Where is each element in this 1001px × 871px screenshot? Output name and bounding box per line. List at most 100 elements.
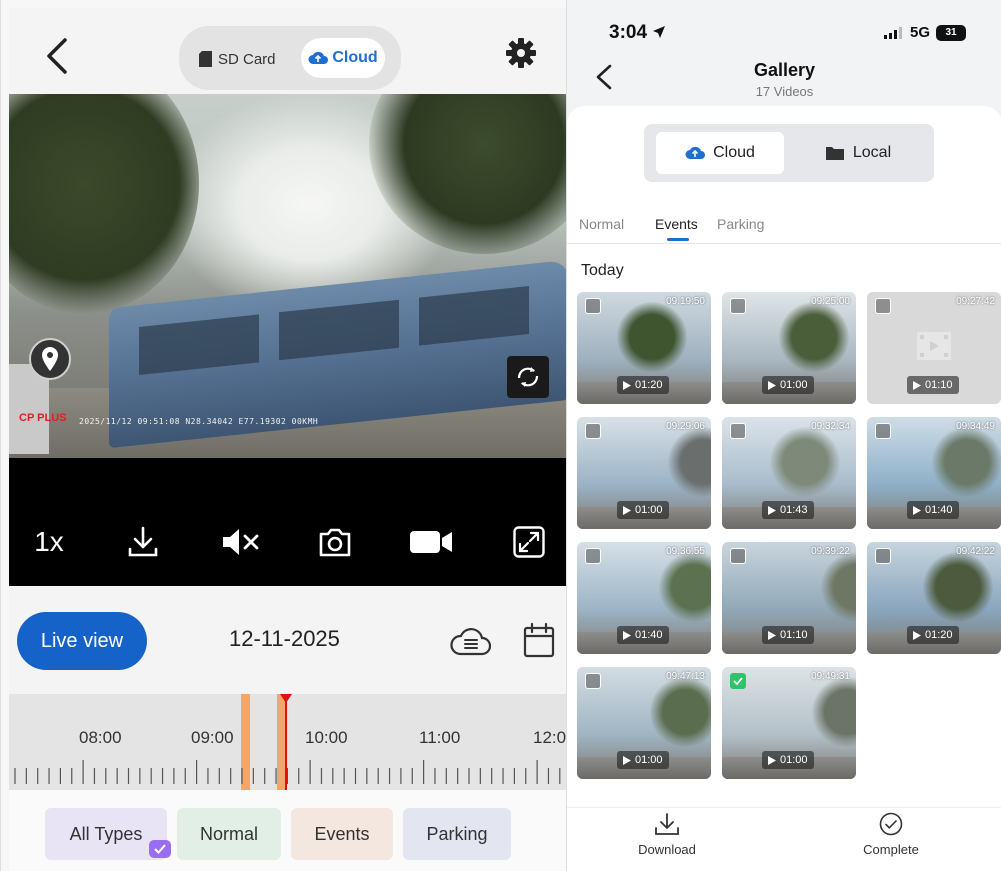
download-icon <box>655 813 679 835</box>
tab-sd-card[interactable]: SD Card <box>199 42 276 76</box>
video-duration: 01:40 <box>617 626 669 644</box>
cloud-list-icon[interactable] <box>449 624 493 656</box>
tab-local[interactable]: Local <box>794 132 922 174</box>
play-icon <box>913 380 921 390</box>
video-thumbnail[interactable]: 09:25:00 01:00 <box>722 292 856 404</box>
player-header: SD Card Cloud <box>9 8 567 94</box>
timeline-cursor-head <box>280 694 292 703</box>
camera-icon <box>319 528 351 557</box>
checkbox[interactable] <box>875 423 891 439</box>
checkbox[interactable] <box>730 423 746 439</box>
filter-events[interactable]: Events <box>291 808 393 860</box>
video-duration: 01:00 <box>762 376 814 394</box>
checkbox[interactable] <box>875 298 891 314</box>
tab-events[interactable]: Events <box>655 216 698 232</box>
download-label: Download <box>638 842 696 857</box>
timeline-scrubber[interactable]: 08:00 09:00 10:00 11:00 12:0 <box>9 694 567 790</box>
checkbox[interactable] <box>585 423 601 439</box>
back-chevron-icon[interactable] <box>43 36 73 76</box>
video-start-time: 09:42:22 <box>956 546 995 557</box>
status-time: 3:04 <box>609 22 666 44</box>
complete-action[interactable]: Complete <box>831 812 951 857</box>
source-toggle: SD Card Cloud <box>179 26 401 90</box>
video-start-time: 09:25:00 <box>811 296 850 307</box>
record-button[interactable] <box>407 522 455 562</box>
video-duration: 01:00 <box>762 751 814 769</box>
download-action[interactable]: Download <box>607 812 727 857</box>
video-start-time: 09:49:31 <box>811 671 850 682</box>
battery-indicator: 31 <box>936 24 966 41</box>
video-thumbnail[interactable]: 09:47:13 01:00 <box>577 667 711 779</box>
download-icon <box>128 526 158 557</box>
calendar-icon[interactable] <box>523 622 555 658</box>
video-thumbnail[interactable]: 09:49:31 01:00 <box>722 667 856 779</box>
timeline-label: 11:00 <box>419 728 461 747</box>
snapshot-button[interactable] <box>315 522 355 562</box>
play-icon <box>623 505 631 515</box>
selected-date[interactable]: 12-11-2025 <box>229 626 340 652</box>
location-pin-icon <box>42 347 58 371</box>
play-icon <box>913 630 921 640</box>
gallery-sheet: Cloud Local Normal Events Parking Today … <box>567 106 1001 871</box>
video-camera-icon <box>410 531 452 553</box>
cloud-upload-icon <box>685 146 706 159</box>
checkbox[interactable] <box>730 298 746 314</box>
filter-all-types[interactable]: All Types <box>45 808 171 860</box>
video-duration: 01:10 <box>907 376 959 394</box>
video-player[interactable]: CP PLUS 2025/11/12 09:51:08 N28.34042 E7… <box>9 94 567 458</box>
video-start-time: 09:32:34 <box>811 421 850 432</box>
video-thumbnail[interactable]: 09:34:49 01:40 <box>867 417 1001 529</box>
network-type: 5G <box>909 24 930 41</box>
rotate-button[interactable] <box>507 356 549 398</box>
play-icon <box>623 380 631 390</box>
tab-cloud-label: Cloud <box>332 49 378 66</box>
video-start-time: 09:47:13 <box>666 671 705 682</box>
fullscreen-button[interactable] <box>511 522 547 562</box>
play-icon <box>768 755 776 765</box>
timeline-ticks <box>14 760 561 784</box>
play-icon <box>623 630 631 640</box>
video-duration: 01:10 <box>762 626 814 644</box>
filter-parking[interactable]: Parking <box>403 808 511 860</box>
checkbox[interactable] <box>730 548 746 564</box>
filter-label: Events <box>314 823 370 844</box>
playback-speed-button[interactable]: 1x <box>25 522 73 562</box>
video-thumbnail[interactable]: 09:32:34 01:43 <box>722 417 856 529</box>
timeline-cursor[interactable] <box>285 694 287 790</box>
tab-cloud[interactable]: Cloud <box>656 132 784 174</box>
tab-sd-card-label: SD Card <box>218 50 276 68</box>
checkbox[interactable] <box>585 673 601 689</box>
video-duration: 01:40 <box>907 501 959 519</box>
filter-label: Parking <box>426 823 488 844</box>
mute-speaker-icon <box>223 529 259 555</box>
video-thumbnail[interactable]: 09:39:22 01:10 <box>722 542 856 654</box>
filter-label: All Types <box>69 823 143 844</box>
checkbox-checked[interactable] <box>730 673 746 689</box>
mute-button[interactable] <box>219 522 265 562</box>
checkbox[interactable] <box>585 298 601 314</box>
tab-parking[interactable]: Parking <box>717 216 764 232</box>
location-pin-button[interactable] <box>29 338 71 380</box>
video-start-time: 09:36:55 <box>666 546 705 557</box>
tab-normal[interactable]: Normal <box>579 216 624 232</box>
video-thumbnail[interactable]: 09:29:06 01:00 <box>577 417 711 529</box>
tab-cloud-label: Cloud <box>713 144 755 161</box>
video-thumbnail[interactable]: 09:36:55 01:40 <box>577 542 711 654</box>
video-thumbnail[interactable]: 09:27:42 01:10 <box>867 292 1001 404</box>
video-thumbnail[interactable]: 09:19:50 01:20 <box>577 292 711 404</box>
video-timestamp-overlay: 2025/11/12 09:51:08 N28.34042 E77.19302 … <box>79 417 319 426</box>
settings-gear-icon[interactable] <box>506 38 536 68</box>
video-duration: 01:43 <box>762 501 814 519</box>
video-start-time: 09:34:49 <box>956 421 995 432</box>
type-filters: All Types Normal Events Parking <box>9 790 567 871</box>
tab-cloud[interactable]: Cloud <box>301 38 385 78</box>
video-thumbnail[interactable]: 09:42:22 01:20 <box>867 542 1001 654</box>
download-button[interactable] <box>123 522 163 562</box>
filter-label: Normal <box>199 823 258 844</box>
checkbox[interactable] <box>585 548 601 564</box>
play-icon <box>623 755 631 765</box>
sd-card-icon <box>199 51 212 67</box>
checkbox[interactable] <box>875 548 891 564</box>
live-view-button[interactable]: Live view <box>17 612 147 670</box>
filter-normal[interactable]: Normal <box>177 808 281 860</box>
